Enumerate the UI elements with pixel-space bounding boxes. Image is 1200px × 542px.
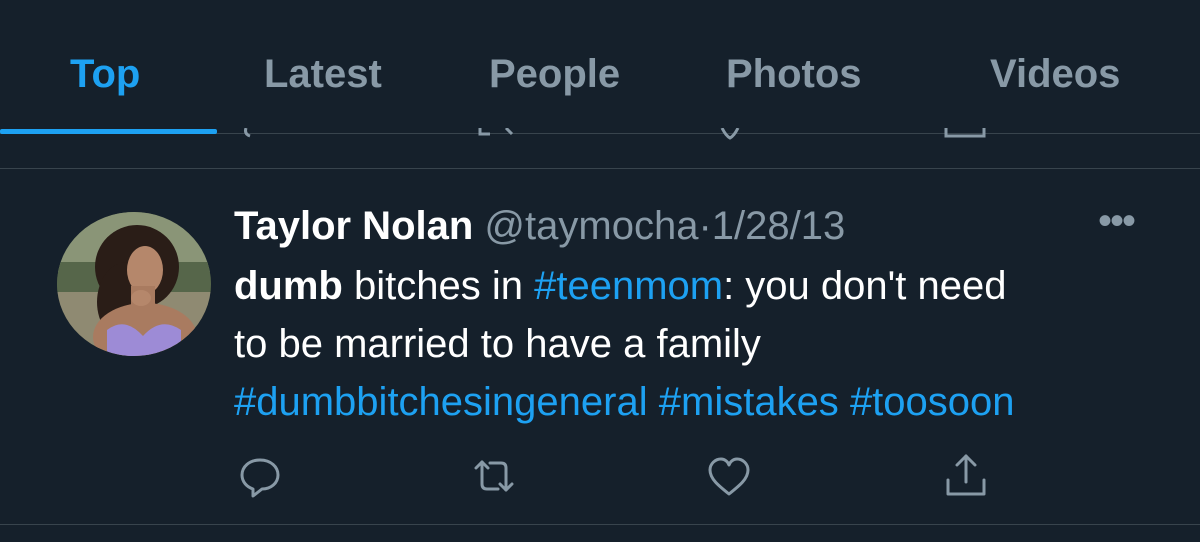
tab-photos[interactable]: Photos — [726, 50, 862, 98]
avatar-photo — [57, 212, 211, 356]
highlighted-word: dumb — [234, 264, 343, 308]
previous-share-icon — [944, 128, 988, 140]
share-button[interactable] — [942, 452, 990, 500]
search-tabs: Top Latest People Photos Videos — [0, 0, 1200, 134]
reply-icon — [240, 458, 280, 498]
hashtag-mistakes[interactable]: #mistakes — [659, 380, 839, 424]
reply-button[interactable] — [236, 452, 284, 500]
separator-dot: · — [698, 204, 712, 248]
retweet-icon — [474, 460, 514, 492]
search-results-page: Top Latest People Photos Videos Taylor N… — [0, 0, 1200, 542]
hashtag-dumbbitchesingeneral[interactable]: #dumbbitchesingeneral — [234, 380, 648, 424]
text-segment: bitches in — [342, 264, 535, 308]
like-button[interactable] — [705, 452, 753, 500]
tweet-text: dumb bitches in #teenmom: you don't need… — [234, 257, 1184, 431]
avatar[interactable] — [57, 212, 211, 356]
tweet-text-line-3: #dumbbitchesingeneral #mistakes #toosoon — [234, 373, 1184, 431]
tab-latest[interactable]: Latest — [264, 50, 382, 98]
tab-top[interactable]: Top — [70, 50, 140, 98]
text-segment: : you don't need — [723, 264, 1007, 308]
divider — [0, 168, 1200, 169]
retweet-button[interactable] — [470, 452, 518, 500]
display-name[interactable]: Taylor Nolan — [234, 204, 473, 248]
divider — [0, 524, 1200, 525]
tab-videos[interactable]: Videos — [990, 50, 1120, 98]
previous-like-icon — [716, 128, 746, 140]
user-handle[interactable]: @taymocha — [484, 204, 698, 248]
share-icon — [946, 454, 986, 496]
hashtag-toosoon[interactable]: #toosoon — [850, 380, 1015, 424]
previous-retweet-icon — [476, 128, 516, 140]
previous-reply-icon — [240, 128, 270, 140]
tab-people[interactable]: People — [489, 50, 620, 98]
tweet-text-line-1: dumb bitches in #teenmom: you don't need — [234, 257, 1184, 315]
like-icon — [708, 457, 750, 496]
more-options-icon[interactable]: ••• — [1092, 201, 1140, 246]
hashtag-teenmom[interactable]: #teenmom — [534, 264, 723, 308]
tweet-header: Taylor Nolan @taymocha·1/28/13 — [234, 198, 845, 254]
tweet-text-line-2: to be married to have a family — [234, 322, 761, 366]
active-tab-indicator — [0, 129, 217, 134]
tweet-date[interactable]: 1/28/13 — [712, 204, 845, 248]
